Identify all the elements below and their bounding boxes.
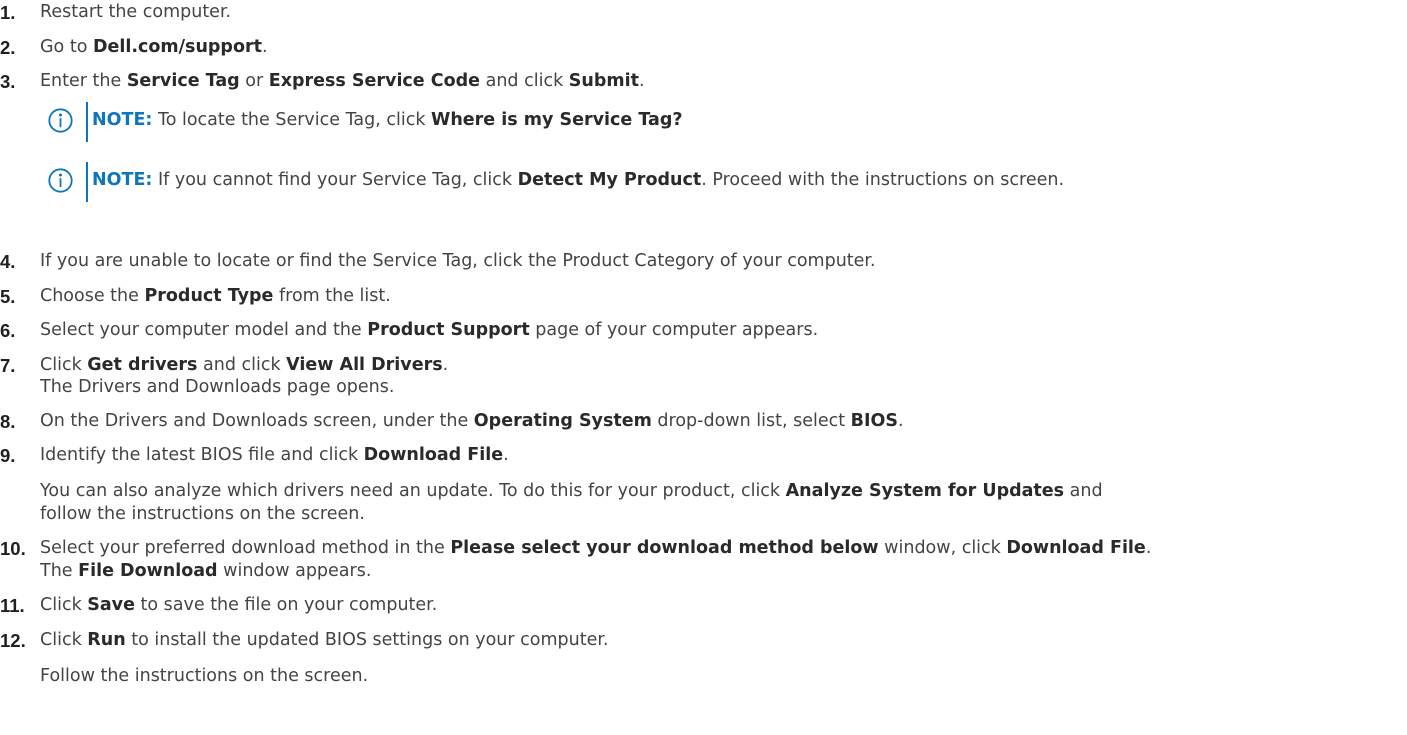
step-number: 5.: [0, 286, 16, 307]
step-7-result: The Drivers and Downloads page opens.: [40, 377, 395, 397]
step-number: 6.: [0, 320, 16, 341]
step-text: Click Get drivers and click View All Dri…: [40, 355, 449, 375]
step-number: 8.: [0, 411, 16, 432]
step-text: On the Drivers and Downloads screen, und…: [40, 411, 904, 431]
note-divider: [86, 102, 88, 142]
info-circle-icon: [48, 108, 73, 133]
step-number: 1.: [0, 2, 16, 23]
step-number: 3.: [0, 71, 16, 92]
info-circle-icon: [48, 168, 73, 193]
note-label: NOTE:: [92, 170, 153, 190]
step-number: 7.: [0, 355, 16, 376]
step-text: Choose the Product Type from the list.: [40, 286, 391, 306]
step-12-result: Follow the instructions on the screen.: [40, 666, 369, 686]
step-number: 11.: [0, 595, 25, 616]
note-label: NOTE:: [92, 110, 153, 130]
step-number: 2.: [0, 37, 16, 58]
step-number: 10.: [0, 538, 26, 559]
step-text: Go to Dell.com/support.: [40, 37, 268, 57]
step-number: 4.: [0, 251, 16, 272]
step-text: Enter the Service Tag or Express Service…: [40, 71, 645, 91]
step-9-detail-line-2: follow the instructions on the screen.: [40, 504, 365, 524]
step-text: Click Run to install the updated BIOS se…: [40, 630, 609, 650]
step-text: Select your preferred download method in…: [40, 538, 1152, 558]
step-10-result: The File Download window appears.: [40, 561, 372, 581]
step-number: 9.: [0, 445, 16, 466]
step-9-detail-line-1: You can also analyze which drivers need …: [40, 481, 1103, 501]
note-divider: [86, 162, 88, 202]
step-text: Restart the computer.: [40, 2, 232, 22]
support-url-text: Dell.com/support: [92, 37, 262, 57]
note-text: NOTE: To locate the Service Tag, click W…: [92, 110, 683, 130]
step-text: Select your computer model and the Produ…: [40, 320, 819, 340]
step-text: If you are unable to locate or find the …: [40, 251, 876, 271]
step-number: 12.: [0, 630, 26, 651]
step-text: Identify the latest BIOS file and click …: [40, 445, 509, 465]
note-text: NOTE: If you cannot find your Service Ta…: [92, 170, 1065, 190]
step-text: Click Save to save the file on your comp…: [40, 595, 438, 615]
